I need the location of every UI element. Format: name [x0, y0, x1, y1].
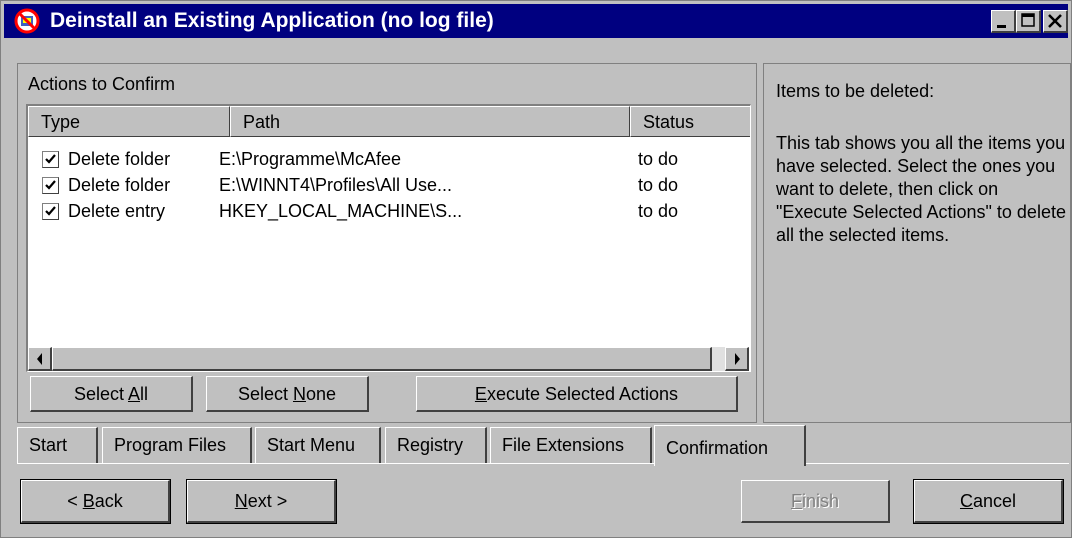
row-type: Delete entry — [68, 201, 166, 221]
back-accel: B — [82, 491, 95, 511]
back-label-pre: < — [67, 491, 83, 511]
actions-group-label: Actions to Confirm — [28, 74, 176, 94]
finish-button[interactable]: Finish — [741, 480, 890, 523]
select-none-label-pre: Select — [237, 384, 293, 404]
column-header-type-label: Type — [41, 112, 81, 132]
checkmark-icon — [45, 180, 56, 190]
cancel-button[interactable]: Cancel — [913, 479, 1064, 524]
window-title: Deinstall an Existing Application (no lo… — [50, 9, 494, 32]
row-checkbox[interactable] — [42, 203, 59, 220]
maximize-button[interactable] — [1016, 10, 1041, 33]
select-all-label-post: ll — [140, 384, 149, 404]
select-all-accel: A — [128, 384, 141, 404]
select-none-button[interactable]: Select None — [206, 376, 369, 412]
tab-start-menu-label: Start Menu — [267, 435, 356, 455]
arrow-right-icon — [735, 353, 740, 365]
help-title: Items to be deleted: — [776, 81, 935, 101]
actions-list[interactable]: Type Path Status Delete folder E:\Progra… — [26, 104, 751, 372]
column-header-status-label: Status — [643, 112, 695, 132]
list-item[interactable]: Delete folder E:\Programme\McAfee to do — [28, 146, 748, 172]
row-status: to do — [638, 201, 679, 221]
finish-accel: F — [790, 491, 802, 511]
tab-registry-label: Registry — [397, 435, 464, 455]
execute-accel: E — [474, 384, 487, 404]
execute-selected-actions-button[interactable]: Execute Selected Actions — [416, 376, 738, 412]
tab-start[interactable]: Start — [17, 427, 98, 463]
select-all-button[interactable]: Select All — [30, 376, 193, 412]
scroll-right-button[interactable] — [725, 347, 749, 371]
tab-start-label: Start — [29, 435, 68, 455]
tab-registry[interactable]: Registry — [385, 427, 487, 463]
cancel-label-post: ancel — [972, 491, 1017, 511]
row-path: E:\Programme\McAfee — [219, 149, 402, 169]
close-icon — [1048, 14, 1062, 28]
row-path: E:\WINNT4\Profiles\All Use... — [219, 175, 453, 195]
tab-program-files-label: Program Files — [114, 435, 227, 455]
title-bar: Deinstall an Existing Application (no lo… — [4, 4, 1068, 38]
minimize-icon — [997, 25, 1006, 28]
tab-strip-border — [17, 463, 1069, 464]
column-header-path[interactable]: Path — [230, 106, 630, 137]
row-status: to do — [638, 175, 679, 195]
back-button[interactable]: < Back — [20, 479, 171, 524]
column-header-type[interactable]: Type — [28, 106, 230, 137]
row-status: to do — [638, 149, 679, 169]
minimize-button[interactable] — [991, 10, 1016, 33]
horizontal-scrollbar[interactable] — [28, 347, 749, 371]
list-item[interactable]: Delete folder E:\WINNT4\Profiles\All Use… — [28, 172, 748, 198]
row-checkbox[interactable] — [42, 151, 59, 168]
finish-label-post: inish — [801, 491, 840, 511]
tab-file-extensions-label: File Extensions — [502, 435, 625, 455]
next-accel: N — [234, 491, 248, 511]
app-uninstall-icon — [14, 8, 40, 34]
back-label-post: ack — [94, 491, 123, 511]
column-header-status[interactable]: Status — [630, 106, 750, 137]
tab-confirmation-label: Confirmation — [666, 438, 769, 458]
row-type: Delete folder — [68, 175, 171, 195]
execute-label-post: xecute Selected Actions — [486, 384, 679, 404]
help-text: This tab shows you all the items you hav… — [776, 133, 1066, 245]
cancel-accel: C — [959, 491, 973, 511]
tab-confirmation[interactable]: Confirmation — [654, 425, 806, 466]
scroll-left-button[interactable] — [28, 347, 52, 371]
column-header-path-label: Path — [243, 112, 281, 132]
next-label-post: ext > — [247, 491, 288, 511]
list-item[interactable]: Delete entry HKEY_LOCAL_MACHINE\S... to … — [28, 198, 748, 224]
next-button[interactable]: Next > — [186, 479, 337, 524]
select-none-label-post: one — [305, 384, 337, 404]
row-type: Delete folder — [68, 149, 171, 169]
select-none-accel: N — [292, 384, 306, 404]
close-button[interactable] — [1043, 10, 1068, 33]
arrow-left-icon — [37, 353, 42, 365]
select-all-label-pre: Select — [73, 384, 129, 404]
tab-start-menu[interactable]: Start Menu — [255, 427, 381, 463]
checkmark-icon — [45, 206, 56, 216]
row-checkbox[interactable] — [42, 177, 59, 194]
deinstall-window: Deinstall an Existing Application (no lo… — [0, 0, 1072, 538]
row-path: HKEY_LOCAL_MACHINE\S... — [219, 201, 463, 221]
tab-file-extensions[interactable]: File Extensions — [490, 427, 652, 463]
checkmark-icon — [45, 154, 56, 164]
maximize-icon — [1021, 13, 1035, 27]
tab-program-files[interactable]: Program Files — [102, 427, 252, 463]
scrollbar-thumb[interactable] — [52, 347, 712, 371]
